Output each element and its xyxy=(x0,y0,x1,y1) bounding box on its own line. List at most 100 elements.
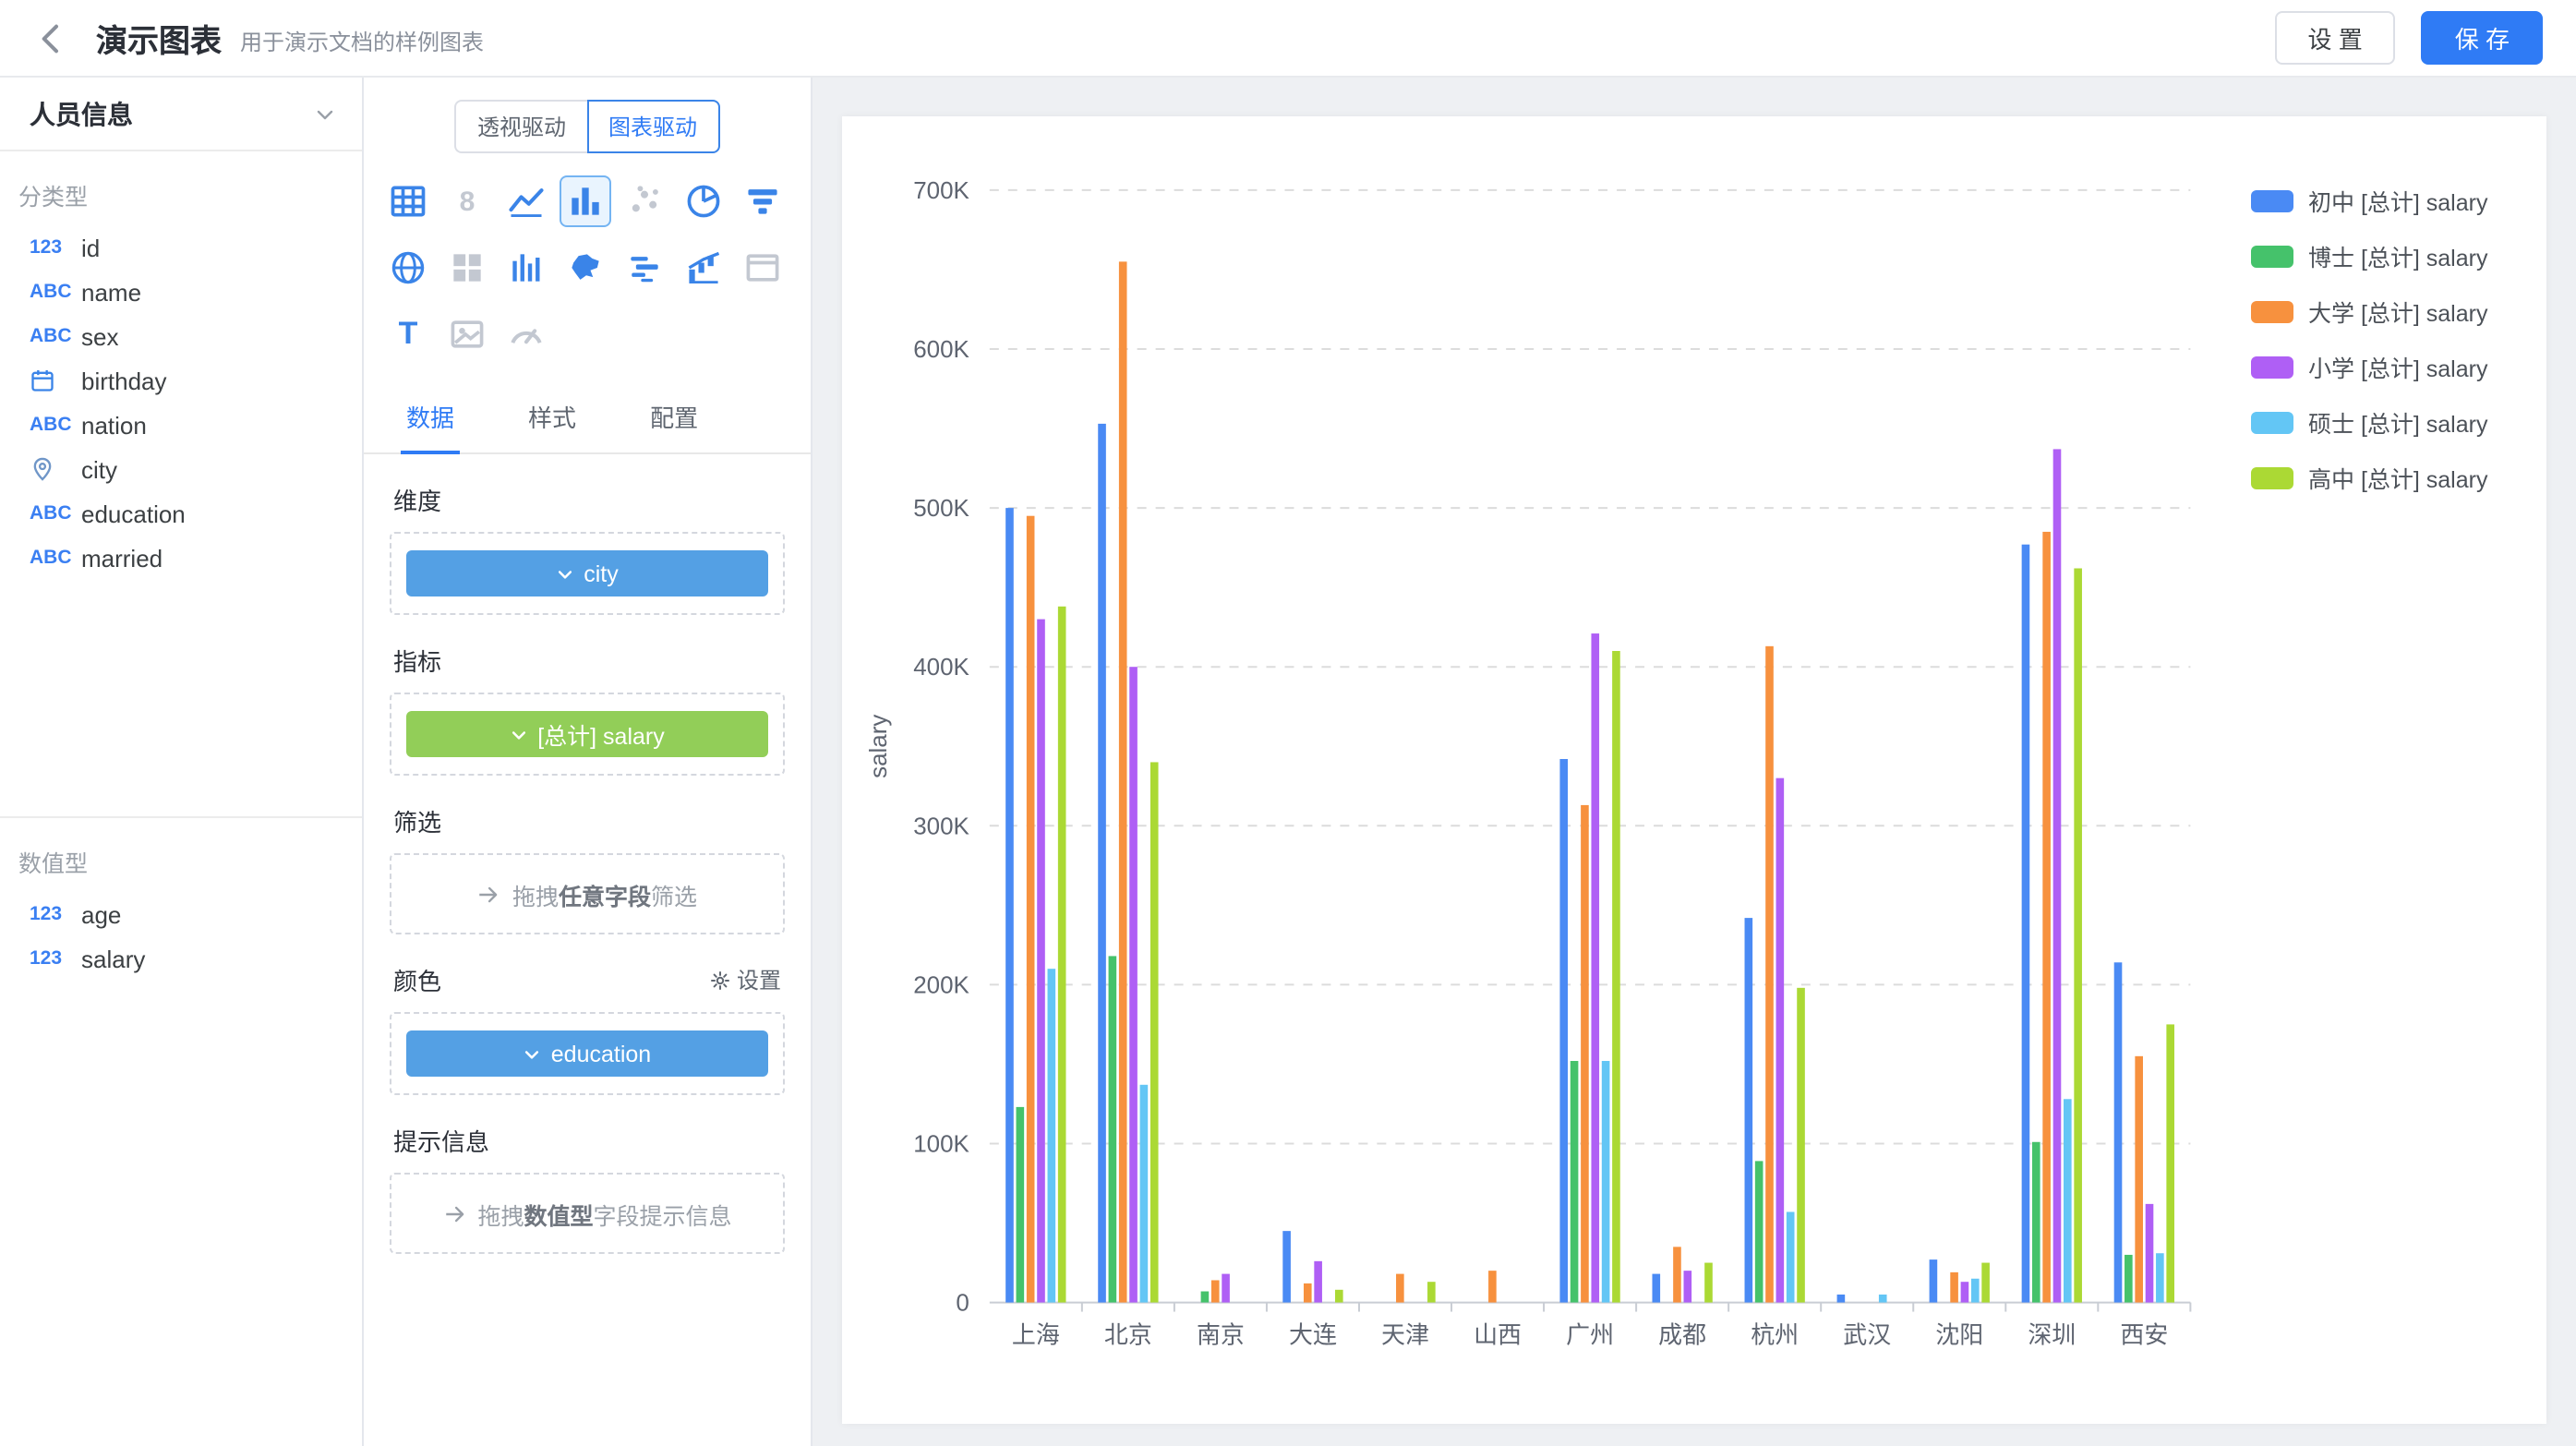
frame-chart-icon[interactable] xyxy=(737,242,788,294)
field-item-sex[interactable]: ABC sex xyxy=(0,314,362,358)
bar[interactable] xyxy=(1314,1261,1322,1303)
bar[interactable] xyxy=(2064,1099,2072,1302)
bar[interactable] xyxy=(1282,1231,1291,1302)
color-chip-education[interactable]: education xyxy=(406,1030,768,1077)
bar[interactable] xyxy=(1488,1271,1497,1302)
color-settings-button[interactable]: 设置 xyxy=(709,964,781,995)
bar[interactable] xyxy=(1048,969,1056,1302)
back-button[interactable] xyxy=(33,18,74,58)
bar[interactable] xyxy=(1765,646,1774,1303)
bar[interactable] xyxy=(2022,545,2030,1303)
bar[interactable] xyxy=(1950,1272,1958,1303)
bar[interactable] xyxy=(1201,1292,1210,1303)
bar[interactable] xyxy=(1559,759,1568,1303)
bar[interactable] xyxy=(1602,1061,1610,1303)
bar[interactable] xyxy=(2156,1253,2164,1302)
bar[interactable] xyxy=(1211,1280,1220,1302)
tab-config[interactable]: 配置 xyxy=(644,382,704,454)
bar[interactable] xyxy=(1396,1274,1404,1303)
legend-item[interactable]: 大学 [总计] salary xyxy=(2251,294,2532,329)
bar[interactable] xyxy=(2053,449,2062,1302)
bar[interactable] xyxy=(1797,988,1805,1303)
field-item-name[interactable]: ABC name xyxy=(0,270,362,314)
legend-item[interactable]: 博士 [总计] salary xyxy=(2251,238,2532,273)
metric-dropzone[interactable]: [总计] salary xyxy=(390,693,785,776)
radar-chart-icon[interactable] xyxy=(382,242,434,294)
bar[interactable] xyxy=(2135,1056,2143,1303)
legend-item[interactable]: 小学 [总计] salary xyxy=(2251,349,2532,384)
bar[interactable] xyxy=(1652,1274,1660,1303)
bar[interactable] xyxy=(1140,1085,1149,1303)
funnel-chart-icon[interactable] xyxy=(737,175,788,227)
bar[interactable] xyxy=(1427,1282,1436,1302)
dimension-dropzone[interactable]: city xyxy=(390,532,785,615)
bar[interactable] xyxy=(1755,1161,1763,1302)
bar[interactable] xyxy=(1591,633,1599,1303)
tab-style[interactable]: 样式 xyxy=(523,382,582,454)
mode-tab-chart[interactable]: 图表驱动 xyxy=(586,100,719,153)
bar[interactable] xyxy=(1005,508,1014,1302)
bar[interactable] xyxy=(1879,1295,1887,1303)
waterfall-chart-icon[interactable] xyxy=(678,242,729,294)
bar[interactable] xyxy=(1037,620,1045,1303)
tab-data[interactable]: 数据 xyxy=(401,382,460,454)
field-item-birthday[interactable]: birthday xyxy=(0,358,362,403)
bar[interactable] xyxy=(1571,1061,1579,1303)
field-item-city[interactable]: city xyxy=(0,447,362,491)
tooltip-dropzone[interactable]: 拖拽数值型字段提示信息 xyxy=(390,1173,785,1254)
bar[interactable] xyxy=(1129,667,1138,1302)
line-chart-icon[interactable] xyxy=(500,175,552,227)
filter-dropzone[interactable]: 拖拽任意字段筛选 xyxy=(390,853,785,934)
bar[interactable] xyxy=(1058,607,1066,1303)
bar[interactable] xyxy=(1961,1282,1969,1302)
metric-chip-salary[interactable]: [总计] salary xyxy=(406,711,768,757)
field-item-age[interactable]: 123 age xyxy=(0,892,362,936)
field-item-married[interactable]: ABC married xyxy=(0,536,362,580)
bar[interactable] xyxy=(1304,1283,1312,1303)
bar[interactable] xyxy=(1027,516,1035,1303)
kpi-card-icon[interactable]: 8 xyxy=(441,175,493,227)
save-button[interactable]: 保 存 xyxy=(2422,11,2543,65)
settings-button[interactable]: 设 置 xyxy=(2275,11,2396,65)
legend-item[interactable]: 初中 [总计] salary xyxy=(2251,183,2532,218)
text-chart-icon[interactable]: T xyxy=(382,308,434,360)
bar[interactable] xyxy=(1930,1259,1938,1302)
bar[interactable] xyxy=(1119,261,1127,1302)
histogram-icon[interactable] xyxy=(500,242,552,294)
image-chart-icon[interactable] xyxy=(441,308,493,360)
pie-chart-icon[interactable] xyxy=(678,175,729,227)
bar[interactable] xyxy=(2074,569,2082,1303)
bar-chart-icon[interactable] xyxy=(560,175,611,227)
bar[interactable] xyxy=(1612,651,1620,1303)
bar[interactable] xyxy=(1017,1107,1025,1303)
gauge-chart-icon[interactable] xyxy=(500,308,552,360)
field-item-salary[interactable]: 123 salary xyxy=(0,936,362,981)
bar[interactable] xyxy=(1335,1290,1343,1303)
bar[interactable] xyxy=(2166,1024,2174,1302)
bar[interactable] xyxy=(2114,962,2123,1302)
crosstab-icon[interactable] xyxy=(441,242,493,294)
mode-tab-pivot[interactable]: 透视驱动 xyxy=(455,100,586,153)
bar[interactable] xyxy=(1971,1279,1980,1303)
bar[interactable] xyxy=(1150,762,1159,1302)
bar[interactable] xyxy=(2042,532,2051,1303)
bar[interactable] xyxy=(1837,1295,1846,1303)
bar[interactable] xyxy=(1581,805,1589,1303)
bar[interactable] xyxy=(1981,1263,1990,1303)
field-item-education[interactable]: ABC education xyxy=(0,491,362,536)
bar[interactable] xyxy=(1684,1271,1692,1302)
wordcloud-chart-icon[interactable] xyxy=(619,242,670,294)
bar[interactable] xyxy=(1787,1211,1795,1302)
table-chart-icon[interactable] xyxy=(382,175,434,227)
bar[interactable] xyxy=(2125,1255,2133,1303)
color-dropzone[interactable]: education xyxy=(390,1012,785,1095)
dimension-chip-city[interactable]: city xyxy=(406,550,768,596)
bar[interactable] xyxy=(1109,956,1117,1302)
legend-item[interactable]: 高中 [总计] salary xyxy=(2251,460,2532,495)
field-item-nation[interactable]: ABC nation xyxy=(0,403,362,447)
legend-item[interactable]: 硕士 [总计] salary xyxy=(2251,404,2532,440)
bar[interactable] xyxy=(1745,918,1753,1302)
bar[interactable] xyxy=(1673,1247,1681,1302)
bar[interactable] xyxy=(2146,1204,2154,1303)
bar[interactable] xyxy=(1704,1263,1713,1303)
